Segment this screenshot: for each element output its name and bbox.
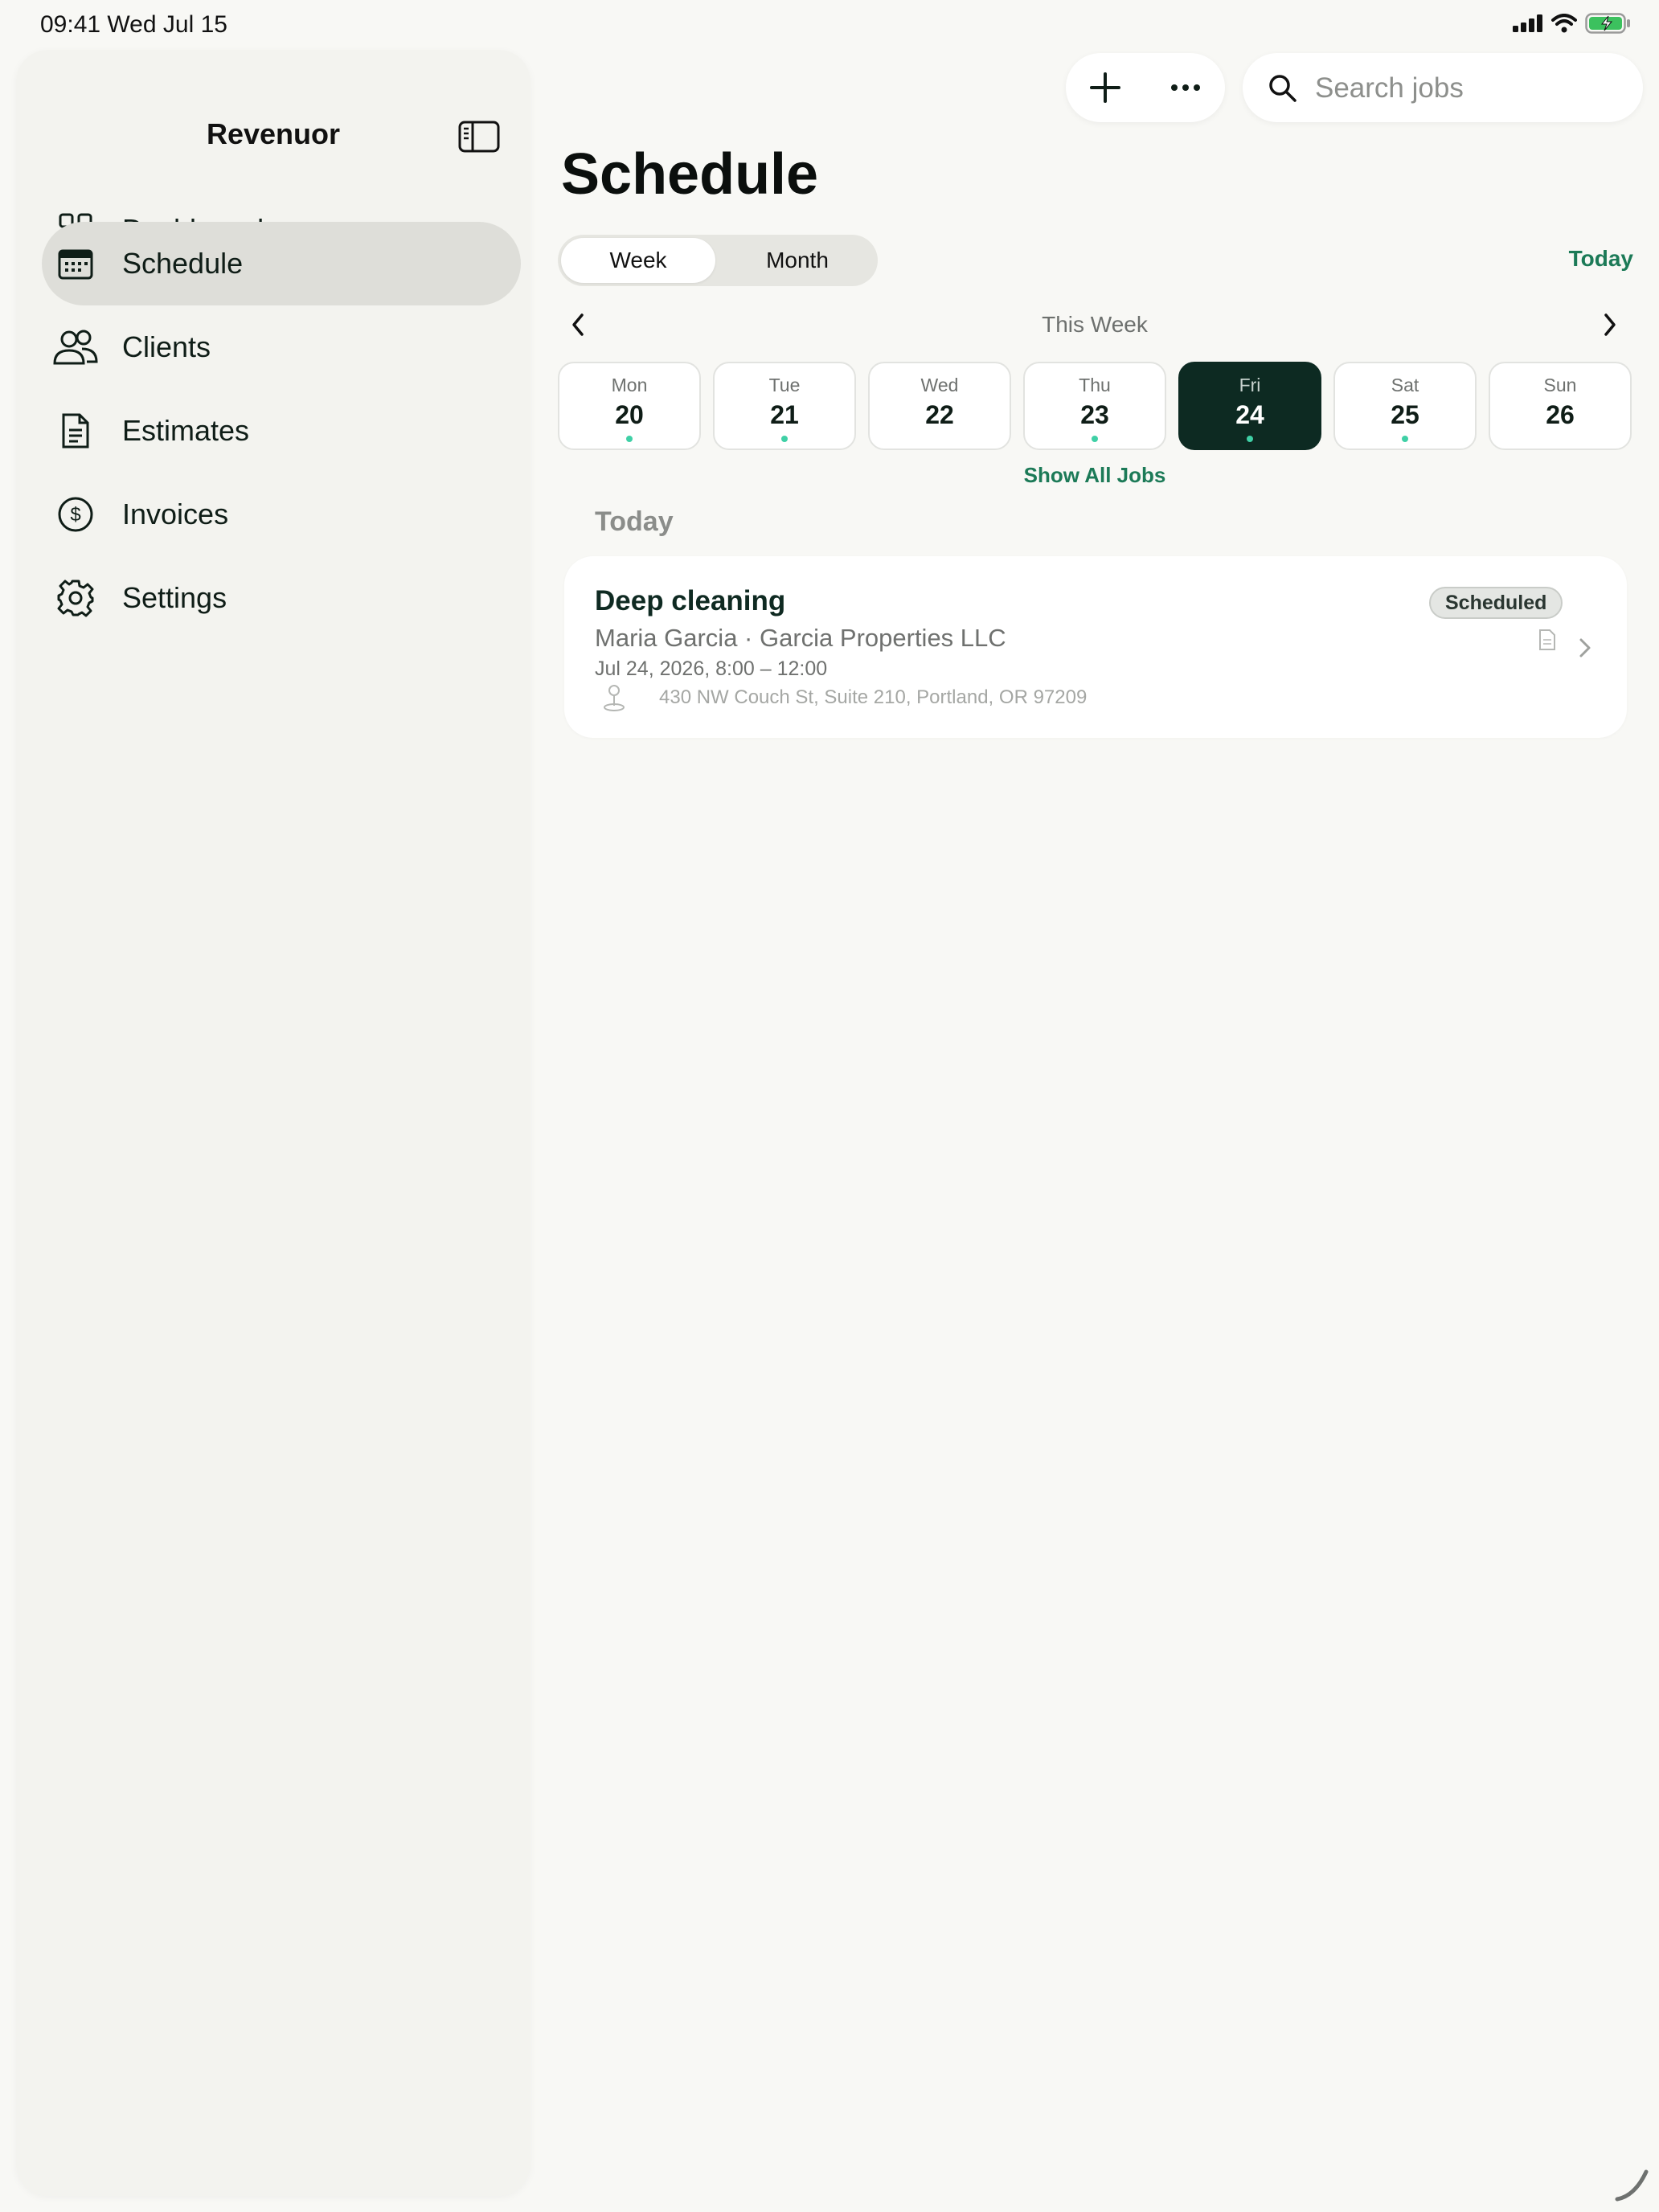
status-time: 09:41 Wed Jul 15 bbox=[40, 11, 227, 38]
document-icon bbox=[51, 407, 100, 455]
document-icon bbox=[1539, 629, 1555, 650]
ellipsis-icon bbox=[1171, 84, 1200, 91]
more-options-button[interactable] bbox=[1165, 68, 1206, 108]
chevron-right-icon bbox=[1604, 313, 1616, 336]
resize-handle-icon bbox=[1615, 2169, 1649, 2202]
job-time: Jul 24, 2026, 8:00 – 12:00 bbox=[595, 657, 828, 680]
sidebar-item-schedule[interactable]: Schedule bbox=[42, 222, 521, 305]
week-label: This Week bbox=[1042, 312, 1148, 337]
sidebar-item-label: Invoices bbox=[122, 498, 229, 530]
sidebar-item-invoices[interactable]: $ Invoices bbox=[42, 473, 521, 556]
next-week-button[interactable] bbox=[1596, 309, 1622, 341]
day-number: 21 bbox=[770, 400, 799, 429]
day-cell-tue[interactable]: Tue 21 bbox=[713, 362, 856, 450]
status-indicators bbox=[1513, 13, 1632, 34]
map-pin-icon bbox=[604, 685, 625, 711]
page-title: Schedule bbox=[561, 142, 819, 207]
previous-week-button[interactable] bbox=[566, 309, 592, 341]
job-title: Deep cleaning bbox=[595, 585, 786, 616]
day-cell-mon[interactable]: Mon 20 bbox=[558, 362, 701, 450]
app-title: Revenuor bbox=[206, 117, 341, 150]
add-button[interactable] bbox=[1085, 68, 1125, 108]
day-cell-fri[interactable]: Fri 24 bbox=[1178, 362, 1321, 450]
day-number: 26 bbox=[1546, 400, 1575, 429]
job-card[interactable]: Deep cleaning Maria Garcia · Garcia Prop… bbox=[564, 556, 1627, 738]
show-all-jobs-button[interactable]: Show All Jobs bbox=[965, 463, 1225, 488]
day-cell-wed[interactable]: Wed 22 bbox=[868, 362, 1011, 450]
day-number: 22 bbox=[925, 400, 954, 429]
day-name: Mon bbox=[611, 375, 648, 395]
people-icon bbox=[51, 323, 100, 371]
sidebar: Revenuor Dashboard bbox=[16, 50, 530, 2196]
job-indicator-dot bbox=[781, 436, 788, 442]
sidebar-item-label: Schedule bbox=[122, 247, 244, 280]
day-name: Thu bbox=[1079, 375, 1111, 395]
day-number: 23 bbox=[1080, 400, 1109, 429]
calendar-icon bbox=[51, 240, 100, 288]
search-input[interactable] bbox=[1313, 68, 1622, 109]
svg-text:$: $ bbox=[70, 504, 80, 526]
top-action-group bbox=[1066, 53, 1225, 122]
day-name: Sun bbox=[1543, 375, 1577, 395]
search-icon bbox=[1269, 75, 1296, 102]
sidebar-item-settings[interactable]: Settings bbox=[42, 556, 521, 640]
section-title: Today bbox=[595, 506, 674, 537]
search-bar[interactable] bbox=[1243, 53, 1643, 122]
view-toggle: Week Month bbox=[558, 235, 878, 286]
day-name: Fri bbox=[1239, 375, 1261, 395]
job-indicator-dot bbox=[1402, 436, 1408, 442]
day-number: 20 bbox=[615, 400, 644, 429]
day-name: Sat bbox=[1391, 375, 1419, 395]
sidebar-item-label: Estimates bbox=[122, 414, 250, 447]
day-cell-sat[interactable]: Sat 25 bbox=[1333, 362, 1477, 450]
job-indicator-dot bbox=[1247, 436, 1253, 442]
chevron-left-icon bbox=[572, 313, 584, 336]
day-number: 24 bbox=[1235, 400, 1264, 429]
month-view-button[interactable]: Month bbox=[720, 238, 875, 283]
sidebar-item-estimates[interactable]: Estimates bbox=[42, 389, 521, 473]
job-address: 430 NW Couch St, Suite 210, Portland, OR… bbox=[659, 686, 1088, 708]
sidebar-item-label: Settings bbox=[122, 581, 227, 614]
cellular-signal-icon bbox=[1513, 14, 1542, 32]
sidebar-item-label: Clients bbox=[122, 330, 211, 363]
job-indicator-dot bbox=[1092, 436, 1098, 442]
dollar-circle-icon: $ bbox=[51, 490, 100, 539]
gear-icon bbox=[51, 574, 100, 622]
day-cell-sun[interactable]: Sun 26 bbox=[1489, 362, 1632, 450]
day-name: Tue bbox=[768, 375, 801, 395]
job-indicator-dot bbox=[626, 436, 633, 442]
week-view-button[interactable]: Week bbox=[561, 238, 715, 283]
sidebar-toggle-button[interactable] bbox=[458, 121, 500, 153]
battery-charging-icon bbox=[1585, 13, 1630, 34]
day-number: 25 bbox=[1391, 400, 1419, 429]
sidebar-toggle-icon bbox=[458, 121, 500, 153]
today-button[interactable]: Today bbox=[1569, 246, 1633, 272]
sidebar-item-clients[interactable]: Clients bbox=[42, 305, 521, 389]
day-cell-thu[interactable]: Thu 23 bbox=[1023, 362, 1166, 450]
job-client: Maria Garcia · Garcia Properties LLC bbox=[595, 624, 1006, 652]
plus-icon bbox=[1090, 72, 1120, 103]
chevron-right-icon bbox=[1579, 638, 1591, 657]
day-name: Wed bbox=[920, 375, 959, 395]
wifi-icon bbox=[1551, 14, 1577, 33]
status-badge: Scheduled bbox=[1429, 587, 1563, 619]
